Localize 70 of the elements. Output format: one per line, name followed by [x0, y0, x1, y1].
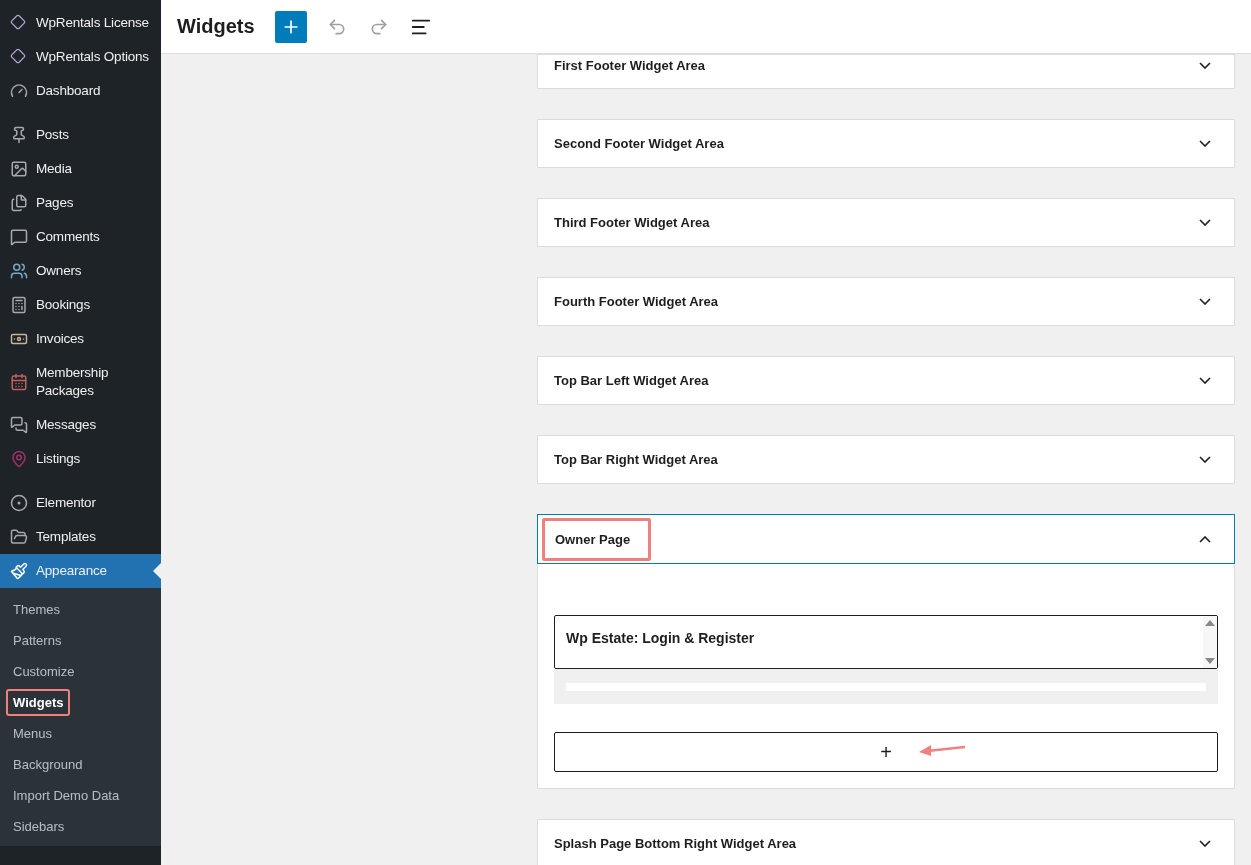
page-title: Widgets	[177, 15, 255, 38]
widget-area-header[interactable]: Third Footer Widget Area	[538, 199, 1234, 246]
widget-area-header[interactable]: Splash Page Bottom Right Widget Area	[538, 820, 1234, 865]
widget-area-title: Top Bar Left Widget Area	[553, 372, 710, 390]
sidebar-item[interactable]: Dashboard	[0, 74, 161, 108]
sidebar-item[interactable]: Listings	[0, 442, 161, 476]
chevron-down-icon	[1199, 62, 1211, 69]
submenu-item[interactable]: Sidebars	[6, 813, 72, 840]
submenu-item[interactable]: Import Demo Data	[6, 782, 127, 809]
speech-bubbles-icon	[10, 416, 28, 434]
scrollbar[interactable]	[1203, 616, 1217, 668]
widget-area-header[interactable]: Second Footer Widget Area	[538, 120, 1234, 167]
gauge-icon	[10, 82, 28, 100]
sidebar-item[interactable]: Media	[0, 152, 161, 186]
map-pin-icon	[10, 450, 28, 468]
speech-bubble-icon	[10, 228, 28, 246]
submenu-item[interactable]: Background	[6, 751, 90, 778]
submenu-item[interactable]: Widgets	[6, 689, 71, 716]
image-icon	[10, 160, 28, 178]
folder-icon	[10, 528, 28, 546]
calendar-icon	[10, 373, 28, 391]
sidebar-item[interactable]: Membership Packages	[0, 356, 161, 408]
chevron-down-icon	[1199, 456, 1211, 463]
chevron-down-icon	[1199, 140, 1211, 147]
widget-area-header[interactable]: Top Bar Right Widget Area	[538, 436, 1234, 483]
sidebar-item[interactable]: Elementor	[0, 486, 161, 520]
widget-area-title: Fourth Footer Widget Area	[553, 293, 720, 311]
sidebar-item[interactable]: Bookings	[0, 288, 161, 322]
sidebar-item[interactable]: Invoices	[0, 322, 161, 356]
people-icon	[10, 262, 28, 280]
widget-area-header[interactable]: First Footer Widget Area	[538, 55, 1234, 88]
widget-area-header[interactable]: Fourth Footer Widget Area	[538, 278, 1234, 325]
sidebar-item[interactable]: Pages	[0, 186, 161, 220]
sidebar-item[interactable]: Messages	[0, 408, 161, 442]
sidebar-item[interactable]: Owners	[0, 254, 161, 288]
sidebar-item[interactable]: Appearance	[0, 554, 161, 588]
submenu-item[interactable]: Patterns	[6, 627, 69, 654]
chevron-down-icon	[1199, 840, 1211, 847]
chevron-down-icon	[1199, 219, 1211, 226]
circle-logo-icon	[10, 494, 28, 512]
widget-area-title: Splash Page Bottom Right Widget Area	[553, 835, 798, 853]
add-button[interactable]	[274, 10, 307, 43]
submenu-item[interactable]: Menus	[6, 720, 60, 747]
sidebar-item[interactable]: Posts	[0, 118, 161, 152]
pin-icon	[10, 126, 28, 144]
undo-icon	[326, 16, 347, 37]
widget-area-title: Top Bar Right Widget Area	[553, 451, 719, 469]
widget-area-title: Owner Page	[542, 517, 652, 561]
chevron-down-icon	[1199, 298, 1211, 305]
calculator-icon	[10, 296, 28, 314]
diamond-icon	[10, 14, 28, 32]
widget-area-title: First Footer Widget Area	[553, 57, 707, 75]
paintbrush-icon	[10, 562, 28, 580]
sidebar-item[interactable]: WpRentals Options	[0, 40, 161, 74]
widget-area-header[interactable]: Owner Page	[538, 515, 1234, 563]
widget-area-title: Second Footer Widget Area	[553, 135, 725, 153]
current-pointer-icon	[153, 563, 161, 579]
sidebar-item[interactable]: Templates	[0, 520, 161, 554]
diamond-icon	[10, 48, 28, 66]
widget-area-title: Third Footer Widget Area	[553, 214, 711, 232]
pages-icon	[10, 194, 28, 212]
widget-title: Wp Estate: Login & Register	[565, 629, 756, 648]
chevron-down-icon	[1199, 377, 1211, 384]
sidebar-item[interactable]: WpRentals License	[0, 6, 161, 40]
submenu-item[interactable]: Themes	[6, 596, 67, 623]
widget-area-header[interactable]: Top Bar Left Widget Area	[538, 357, 1234, 404]
add-block-button[interactable]: +	[554, 732, 1218, 772]
submenu-item[interactable]: Customize	[6, 658, 82, 685]
chevron-up-icon	[1199, 535, 1211, 543]
sidebar-item[interactable]: Comments	[0, 220, 161, 254]
